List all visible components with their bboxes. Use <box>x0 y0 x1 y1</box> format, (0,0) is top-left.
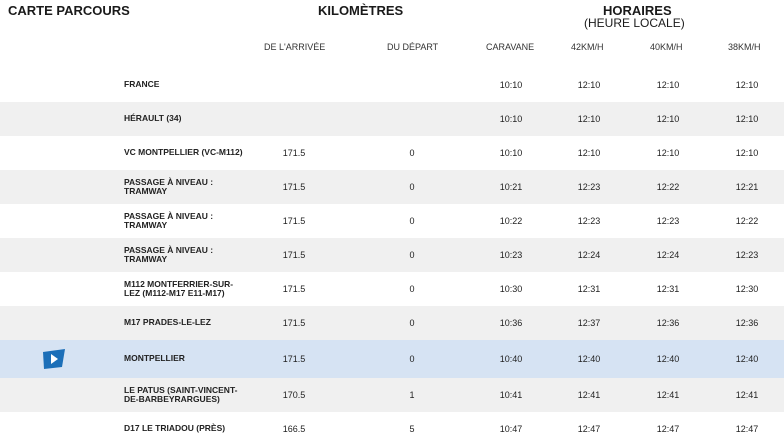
carte-parcours-header: CARTE PARCOURS <box>8 3 130 18</box>
km-from-departure <box>382 68 442 102</box>
col-40kmh: 40KM/H <box>650 42 683 52</box>
time-caravane: 10:10 <box>499 148 523 158</box>
col-caravane: CARAVANE <box>486 42 535 52</box>
time-42kmh: 12:10 <box>577 114 601 124</box>
time-caravane: 10:21 <box>499 182 523 192</box>
km-from-departure: 1 <box>409 390 415 400</box>
time-caravane: 10:36 <box>499 318 523 328</box>
col-du-depart: DU DÉPART <box>387 42 439 52</box>
km-from-departure: 0 <box>409 216 415 226</box>
table-row[interactable]: MONTPELLIER 171.5 0 10:40 12:40 12:40 12:40 <box>0 340 784 378</box>
col-38kmh: 38KM/H <box>728 42 761 52</box>
km-from-arrival: 171.5 <box>282 250 306 260</box>
time-38kmh: 12:10 <box>735 148 759 158</box>
time-40kmh: 12:24 <box>656 250 680 260</box>
location-name: PASSAGE À NIVEAU : TRAMWAY <box>124 244 214 264</box>
km-from-arrival: 171.5 <box>282 182 306 192</box>
time-38kmh: 12:22 <box>735 216 759 226</box>
km-from-departure: 0 <box>409 182 415 192</box>
km-from-departure: 0 <box>409 354 415 364</box>
time-40kmh: 12:41 <box>656 390 680 400</box>
time-caravane: 10:40 <box>499 354 523 364</box>
location-name: LE PATUS (SAINT-VINCENT-DE-BARBEYRARGUES… <box>124 384 238 404</box>
table-row[interactable]: LE PATUS (SAINT-VINCENT-DE-BARBEYRARGUES… <box>0 378 784 412</box>
time-40kmh: 12:10 <box>656 148 680 158</box>
departure-flag-icon[interactable] <box>42 349 66 369</box>
km-from-arrival: 171.5 <box>282 216 306 226</box>
time-caravane: 10:41 <box>499 390 523 400</box>
table-row[interactable]: PASSAGE À NIVEAU : TRAMWAY 171.5 0 10:23 12:… <box>0 238 784 272</box>
km-from-departure: 0 <box>409 318 415 328</box>
time-38kmh: 12:40 <box>735 354 759 364</box>
time-caravane: 10:22 <box>499 216 523 226</box>
km-from-arrival: 170.5 <box>282 390 306 400</box>
time-42kmh: 12:10 <box>577 148 601 158</box>
table-row[interactable]: PASSAGE À NIVEAU : TRAMWAY 171.5 0 10:22 12:… <box>0 204 784 238</box>
location-name: VC MONTPELLIER (VC-M112) <box>124 147 243 158</box>
table-row[interactable]: M17 PRADES-LE-LEZ 171.5 0 10:36 12:37 12:36 12… <box>0 306 784 340</box>
km-from-departure <box>382 102 442 136</box>
itinerary-table: FRANCE 10:10 12:10 12:10 12:10 HÉRAULT (34) 10… <box>0 68 784 446</box>
table-row[interactable]: M112 MONTFERRIER-SUR-LEZ (M112-M17 E11-M… <box>0 272 784 306</box>
time-42kmh: 12:24 <box>577 250 601 260</box>
location-name: M112 MONTFERRIER-SUR-LEZ (M112-M17 E11-M… <box>124 278 234 298</box>
time-38kmh: 12:23 <box>735 250 759 260</box>
time-38kmh: 12:47 <box>735 424 759 434</box>
km-from-arrival: 171.5 <box>282 354 306 364</box>
time-caravane: 10:10 <box>499 80 523 90</box>
location-name: MONTPELLIER <box>124 353 185 364</box>
time-42kmh: 12:37 <box>577 318 601 328</box>
time-38kmh: 12:36 <box>735 318 759 328</box>
table-row[interactable]: D17 LE TRIADOU (PRÈS) 166.5 5 10:47 12:47 12:… <box>0 412 784 446</box>
location-name: PASSAGE À NIVEAU : TRAMWAY <box>124 210 214 230</box>
time-caravane: 10:23 <box>499 250 523 260</box>
km-from-departure: 5 <box>409 424 415 434</box>
time-38kmh: 12:10 <box>735 114 759 124</box>
km-from-departure: 0 <box>409 148 415 158</box>
time-42kmh: 12:40 <box>577 354 601 364</box>
km-from-arrival: 171.5 <box>282 148 306 158</box>
location-name: PASSAGE À NIVEAU : TRAMWAY <box>124 176 214 196</box>
table-row[interactable]: FRANCE 10:10 12:10 12:10 12:10 <box>0 68 784 102</box>
time-caravane: 10:30 <box>499 284 523 294</box>
time-40kmh: 12:10 <box>656 114 680 124</box>
location-name: FRANCE <box>124 79 160 90</box>
time-38kmh: 12:21 <box>735 182 759 192</box>
time-40kmh: 12:40 <box>656 354 680 364</box>
time-38kmh: 12:10 <box>735 80 759 90</box>
time-caravane: 10:10 <box>499 114 523 124</box>
km-from-arrival <box>264 102 324 136</box>
table-row[interactable]: PASSAGE À NIVEAU : TRAMWAY 171.5 0 10:21 12:… <box>0 170 784 204</box>
col-de-l-arrivee: DE L'ARRIVÉE <box>264 42 326 52</box>
horaires-subheader: (HEURE LOCALE) <box>584 16 685 30</box>
time-42kmh: 12:10 <box>577 80 601 90</box>
time-42kmh: 12:41 <box>577 390 601 400</box>
location-name: M17 PRADES-LE-LEZ <box>124 317 211 328</box>
time-42kmh: 12:47 <box>577 424 601 434</box>
time-42kmh: 12:23 <box>577 216 601 226</box>
time-40kmh: 12:22 <box>656 182 680 192</box>
km-from-arrival: 171.5 <box>282 284 306 294</box>
table-row[interactable]: VC MONTPELLIER (VC-M112) 171.5 0 10:10 12:10… <box>0 136 784 170</box>
km-from-arrival: 166.5 <box>282 424 306 434</box>
table-row[interactable]: HÉRAULT (34) 10:10 12:10 12:10 12:10 <box>0 102 784 136</box>
location-name: D17 LE TRIADOU (PRÈS) <box>124 423 226 434</box>
time-40kmh: 12:23 <box>656 216 680 226</box>
time-40kmh: 12:47 <box>656 424 680 434</box>
km-from-departure: 0 <box>409 250 415 260</box>
time-38kmh: 12:30 <box>735 284 759 294</box>
time-40kmh: 12:10 <box>656 80 680 90</box>
km-from-departure: 0 <box>409 284 415 294</box>
km-from-arrival: 171.5 <box>282 318 306 328</box>
col-42kmh: 42KM/H <box>571 42 604 52</box>
kilometres-header: KILOMÈTRES <box>318 3 404 18</box>
time-40kmh: 12:31 <box>656 284 680 294</box>
time-38kmh: 12:41 <box>735 390 759 400</box>
km-from-arrival <box>264 68 324 102</box>
location-name: HÉRAULT (34) <box>124 113 182 124</box>
time-42kmh: 12:31 <box>577 284 601 294</box>
time-40kmh: 12:36 <box>656 318 680 328</box>
time-42kmh: 12:23 <box>577 182 601 192</box>
time-caravane: 10:47 <box>499 424 523 434</box>
